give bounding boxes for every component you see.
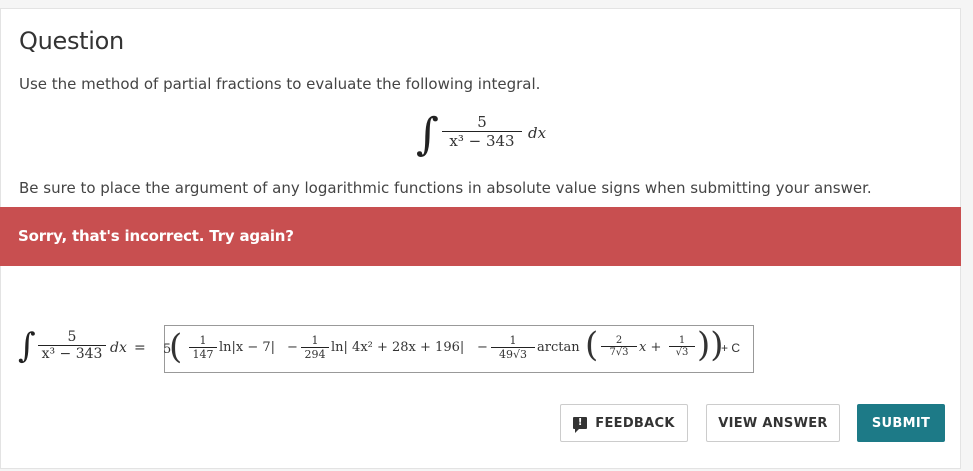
inner-numerator-2: 1	[678, 335, 686, 346]
inner-x-term: x +	[639, 340, 662, 355]
integral-fraction: 5 x³ − 343	[442, 113, 522, 150]
term2-denominator: 294	[304, 348, 326, 361]
inner-numerator-1: 2	[615, 335, 623, 346]
close-parens: ))	[697, 325, 724, 365]
minus-sign-1: −	[287, 340, 298, 355]
inner-denominator-2: √3	[675, 347, 689, 358]
integral-denominator: x³ − 343	[449, 132, 515, 150]
term2-fraction: 1 294	[301, 334, 329, 361]
term3-denominator: 49√3	[498, 348, 527, 361]
integral-expression: ∫ 5 x³ − 343 dx	[416, 107, 566, 167]
view-answer-button[interactable]: VIEW ANSWER	[706, 404, 840, 442]
answer-input[interactable]: ( 5 1 147 ln|x − 7| − 1 294 ln| 4x² + 28…	[163, 325, 754, 373]
submit-button[interactable]: SUBMIT	[857, 404, 945, 442]
term2-log: ln| 4x² + 28x + 196|	[331, 340, 465, 355]
term2-numerator: 1	[311, 334, 319, 347]
feedback-icon: !	[573, 417, 588, 433]
term3-fraction: 1 49√3	[491, 334, 535, 361]
term1-numerator: 1	[199, 334, 207, 347]
term1-fraction: 1 147	[189, 334, 217, 361]
submit-label: SUBMIT	[871, 415, 931, 431]
plus-c: + C	[721, 341, 741, 355]
term3-numerator: 1	[509, 334, 517, 347]
answer-integral-sign: ∫	[18, 326, 36, 366]
term1-denominator: 147	[192, 348, 214, 361]
integral-differential: dx	[528, 124, 547, 142]
question-prompt: Use the method of partial fractions to e…	[19, 75, 541, 93]
question-title: Question	[19, 27, 124, 55]
inner-fraction-2: 1 √3	[669, 335, 695, 358]
answer-coefficient: 5	[163, 342, 172, 357]
equals-sign: =	[134, 340, 146, 356]
view-answer-label: VIEW ANSWER	[718, 415, 828, 431]
feedback-button-label: FEEDBACK	[595, 415, 675, 431]
answer-lhs-numerator: 5	[67, 329, 77, 345]
term1-log: ln|x − 7|	[219, 340, 276, 355]
question-note: Be sure to place the argument of any log…	[19, 179, 872, 197]
inner-denominator-1: 7√3	[609, 347, 629, 358]
inner-fraction-1: 2 7√3	[601, 335, 637, 358]
answer-lhs-denominator: x³ − 343	[41, 346, 103, 362]
arctan-label: arctan	[537, 340, 580, 355]
minus-sign-2: −	[477, 340, 488, 355]
integral-sign: ∫	[416, 109, 439, 160]
arctan-open-paren: (	[585, 325, 599, 365]
answer-lhs-differential: dx	[110, 340, 127, 356]
answer-row: ∫ 5 x³ − 343 dx = ( 5 1 147 ln|x − 7| − …	[18, 325, 818, 375]
answer-lhs-fraction: 5 x³ − 343	[38, 329, 106, 362]
feedback-button[interactable]: ! FEEDBACK	[560, 404, 688, 442]
integral-numerator: 5	[477, 113, 487, 131]
incorrect-message: Sorry, that's incorrect. Try again?	[18, 227, 294, 245]
incorrect-banner: Sorry, that's incorrect. Try again?	[0, 207, 961, 266]
